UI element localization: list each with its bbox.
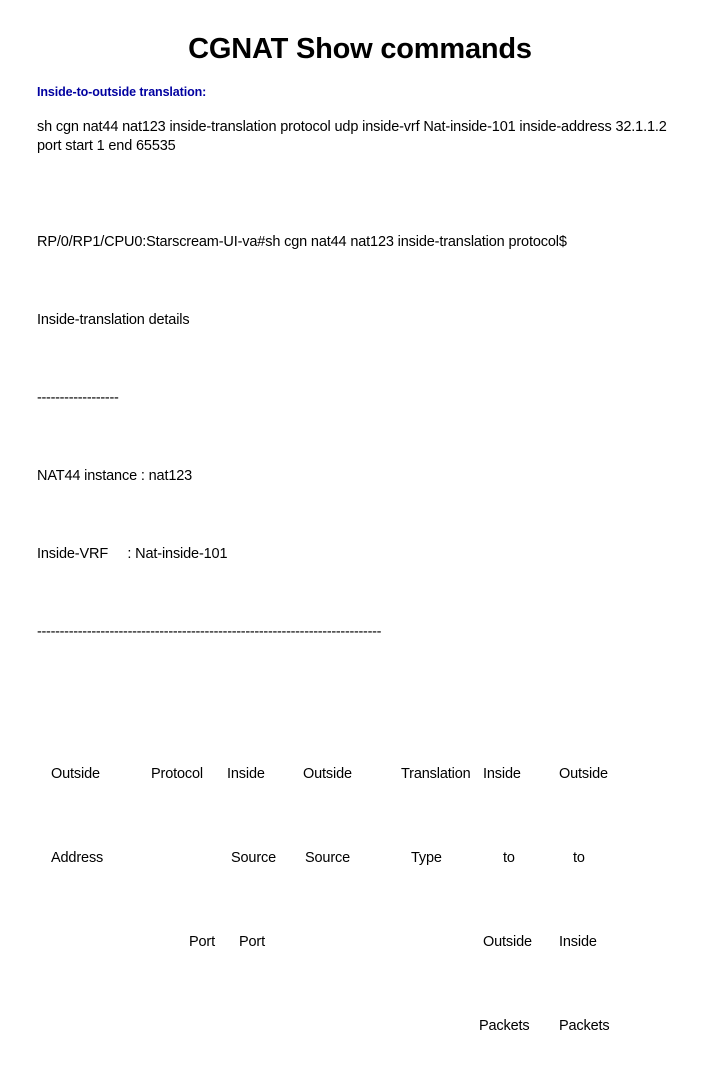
- header-inside-source-4: [227, 1016, 293, 1037]
- separator-short: ------------------: [37, 389, 685, 409]
- spacer-after-subheading: [37, 100, 685, 118]
- nat44-instance-line: NAT44 instance : nat123: [37, 467, 685, 487]
- table-header-row: Port Port Outside Inside: [37, 932, 685, 953]
- cli-command-text: sh cgn nat44 nat123 inside-translation p…: [37, 118, 685, 156]
- header-outside-address-1: Outside: [37, 764, 143, 785]
- header-outside-to-1: Outside: [553, 764, 633, 785]
- terminal-prompt-line: RP/0/RP1/CPU0:Starscream-UI-va#sh cgn na…: [37, 233, 685, 253]
- header-inside-source-2: Source: [227, 848, 293, 869]
- header-inside-to-4: Packets: [479, 1016, 553, 1037]
- header-outside-source-3: [293, 932, 385, 953]
- header-outside-to-4: Packets: [553, 1016, 633, 1037]
- header-outside-address-2: Address: [37, 848, 143, 869]
- header-inside-to-2: to: [479, 848, 553, 869]
- section-subheading: Inside-to-outside translation:: [37, 84, 685, 100]
- header-outside-address-3: [37, 932, 143, 953]
- header-outside-source-1: Outside: [293, 764, 385, 785]
- slide-body: Inside-to-outside translation: sh cgn na…: [37, 84, 685, 1080]
- header-protocol-3: Port: [143, 932, 227, 953]
- header-inside-to-3: Outside: [479, 932, 553, 953]
- header-protocol-4: [143, 1016, 227, 1037]
- header-outside-source-4: [293, 1016, 385, 1037]
- header-outside-address-4: [37, 1016, 143, 1037]
- header-inside-source-1: Inside: [227, 764, 293, 785]
- header-outside-to-3: Inside: [553, 932, 633, 953]
- header-outside-source-2: Source: [293, 848, 385, 869]
- header-inside-source-3: Port: [227, 932, 293, 953]
- table-header-row: Address Source Source Type to to: [37, 848, 685, 869]
- terminal-output: RP/0/RP1/CPU0:Starscream-UI-va#sh cgn na…: [37, 174, 685, 1080]
- header-translation-type-4: [385, 1016, 479, 1037]
- inside-vrf-line: Inside-VRF : Nat-inside-101: [37, 545, 685, 565]
- page-title: CGNAT Show commands: [0, 32, 720, 66]
- header-protocol-2: [143, 848, 227, 869]
- table-header-row: Packets Packets: [37, 1016, 685, 1037]
- header-translation-type-1: Translation: [385, 764, 479, 785]
- terminal-details-line: Inside-translation details: [37, 311, 685, 331]
- header-inside-to-1: Inside: [479, 764, 553, 785]
- header-translation-type-3: [385, 932, 479, 953]
- slide: CGNAT Show commands Inside-to-outside tr…: [0, 0, 720, 540]
- translation-table: Outside Protocol Inside Outside Translat…: [37, 701, 685, 1080]
- table-header-row: Outside Protocol Inside Outside Translat…: [37, 764, 685, 785]
- header-outside-to-2: to: [553, 848, 633, 869]
- header-translation-type-2: Type: [385, 848, 479, 869]
- spacer-after-command: [37, 156, 685, 174]
- separator-long-top: ----------------------------------------…: [37, 623, 685, 643]
- header-protocol-1: Protocol: [143, 764, 227, 785]
